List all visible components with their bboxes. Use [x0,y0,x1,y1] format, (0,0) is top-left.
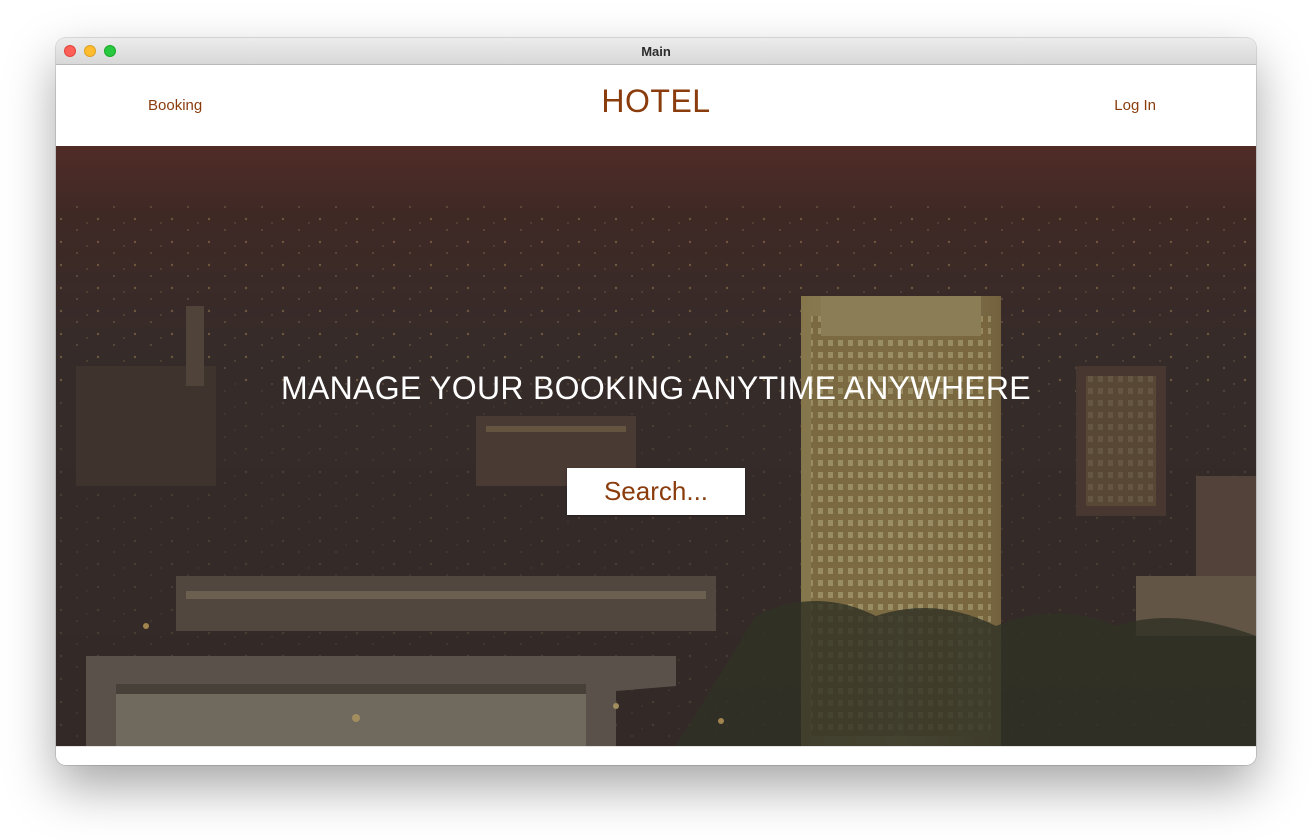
hero-dark-overlay [56,146,1256,746]
hotel-logo-text: HOTEL [601,83,711,119]
window-title: Main [641,44,671,59]
hero-banner: MANAGE YOUR BOOKING ANYTIME ANYWHERE Sea… [56,146,1256,746]
title-bar: Main [56,38,1256,65]
search-button[interactable]: Search... [567,468,745,515]
app-window: Main Booking HOTEL Log In MANAGE YOUR BO… [56,38,1256,765]
nav-login-link[interactable]: Log In [1114,97,1156,114]
footer-strip [56,746,1256,765]
hero-heading: MANAGE YOUR BOOKING ANYTIME ANYWHERE [281,370,1031,406]
top-navbar: Booking HOTEL Log In [56,65,1256,146]
